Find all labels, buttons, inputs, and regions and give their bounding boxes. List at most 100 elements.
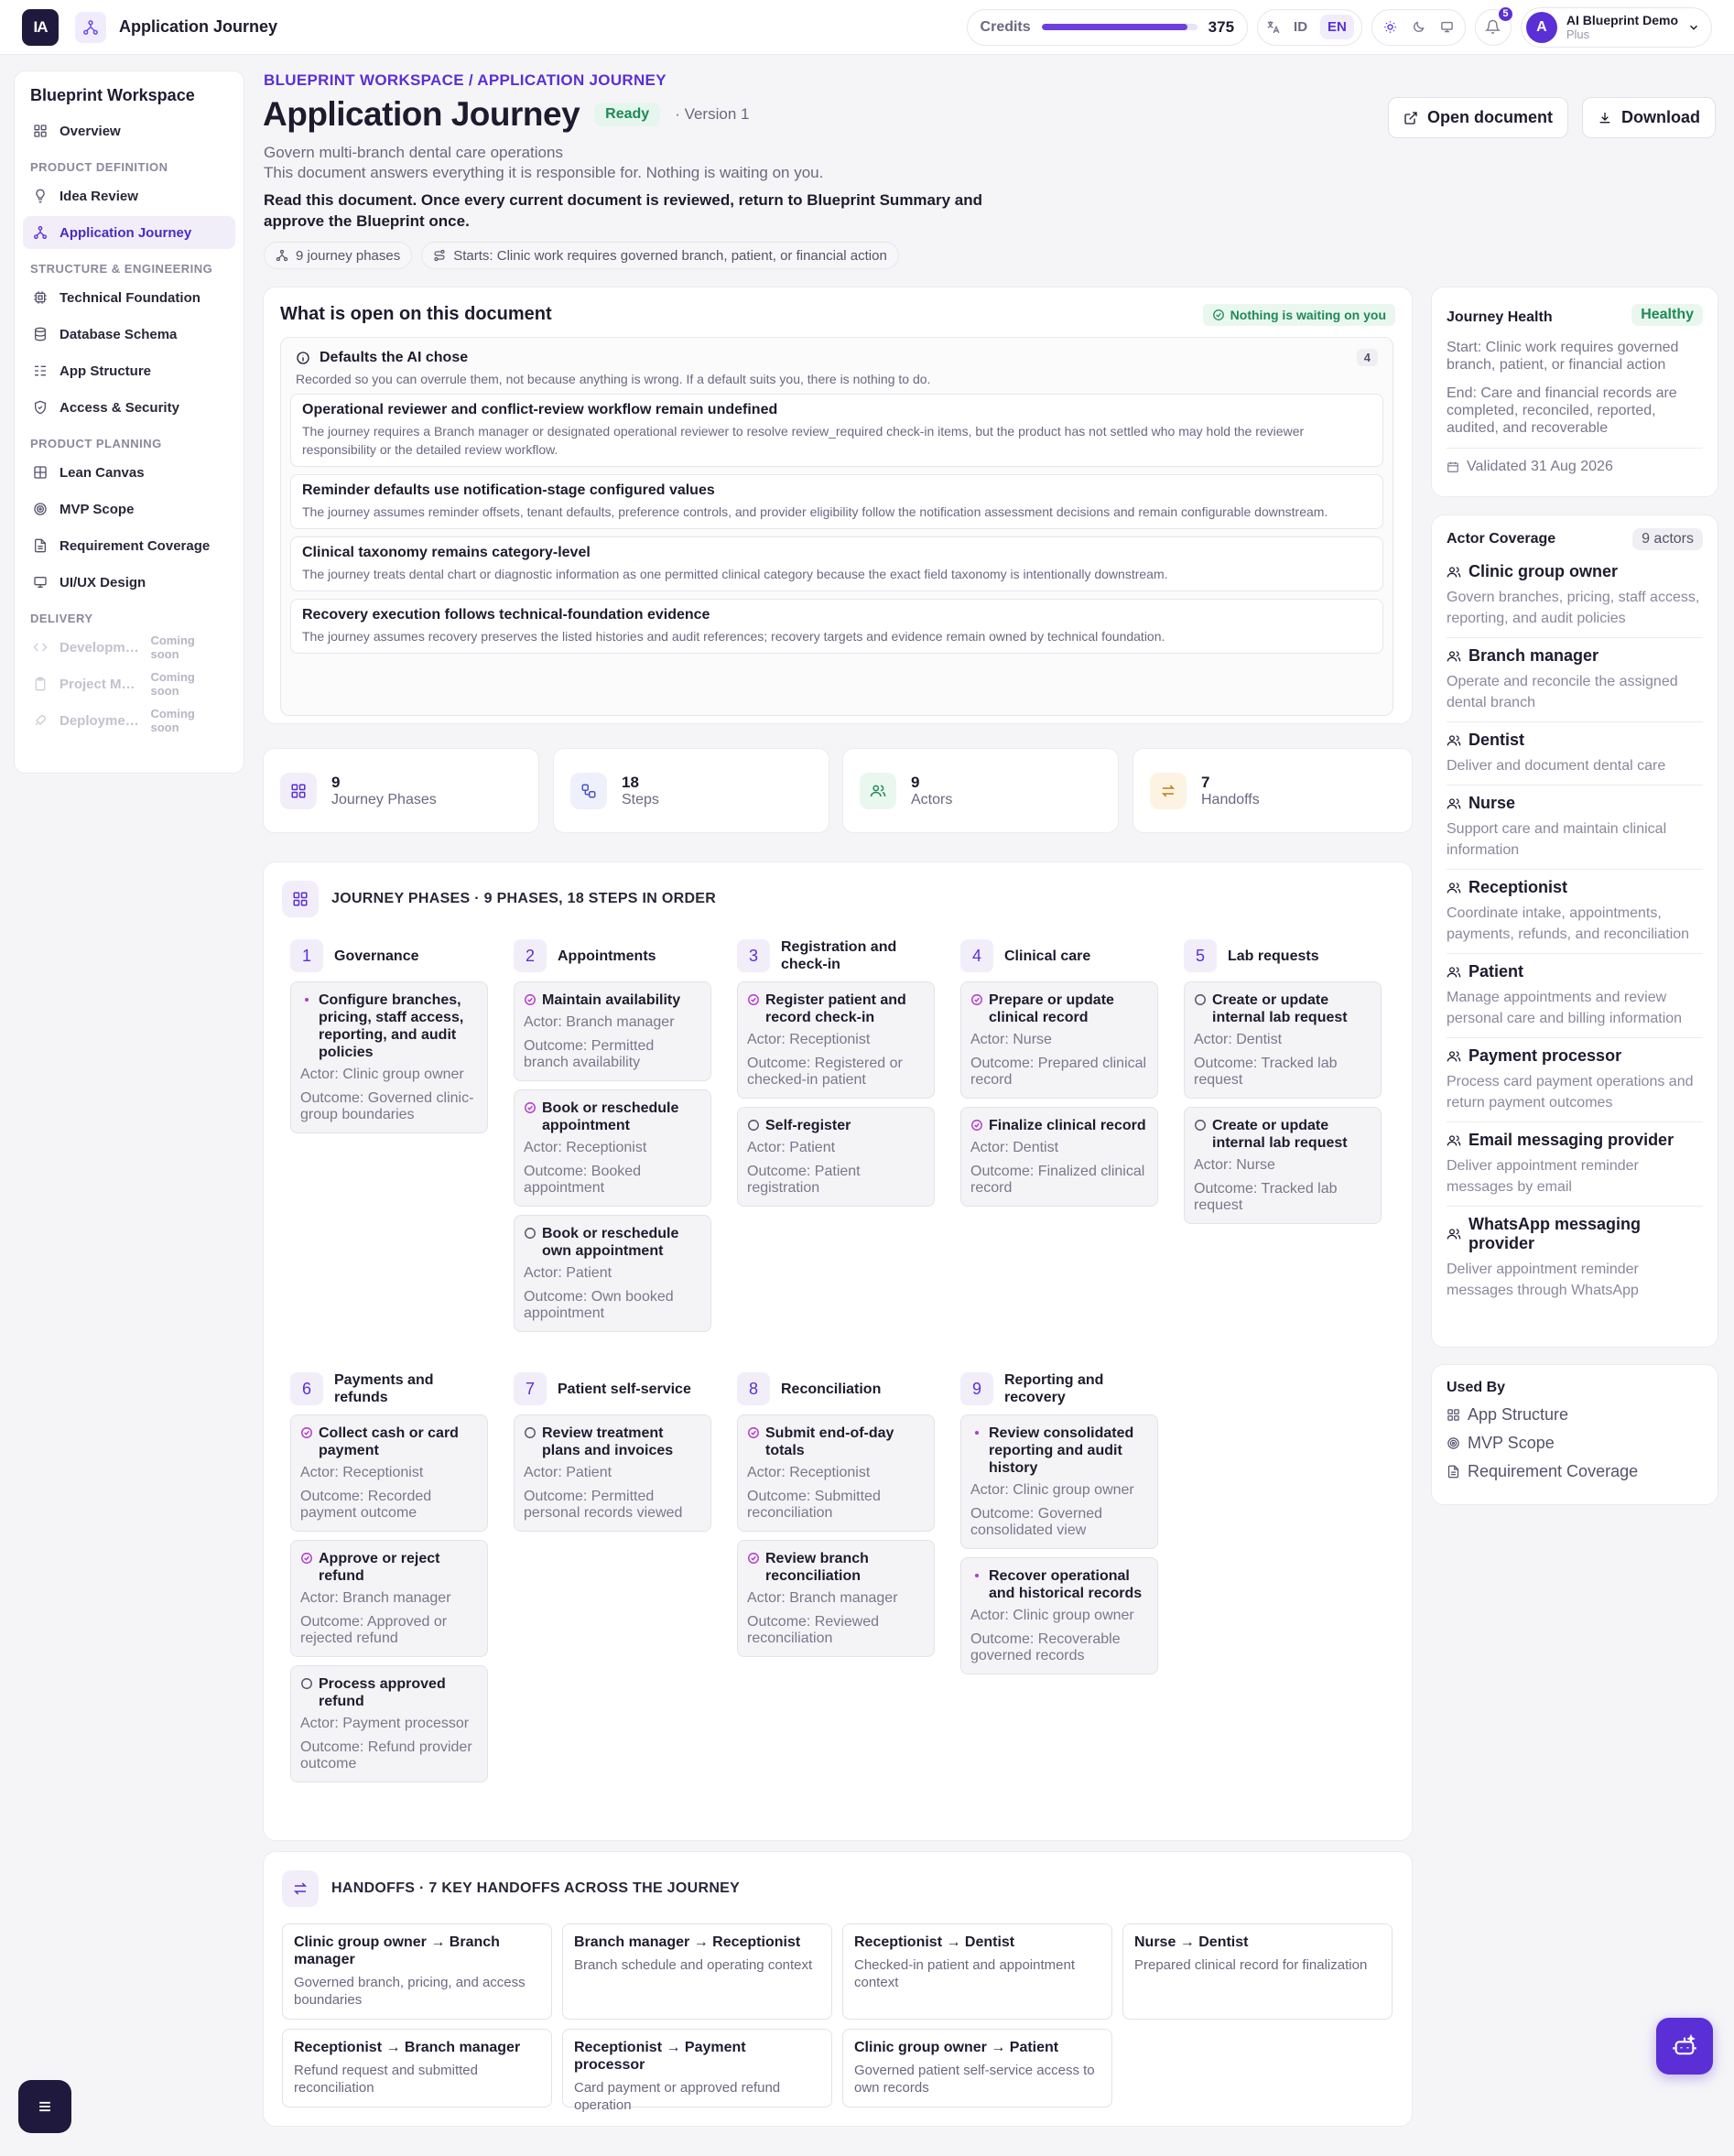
moon-icon[interactable] [1412, 20, 1425, 34]
sidebar-item-overview[interactable]: Overview [23, 114, 235, 147]
step-card[interactable]: Finalize clinical record Actor: Dentist Ou… [960, 1107, 1158, 1207]
open-document-button[interactable]: Open document [1388, 97, 1569, 138]
breadcrumb[interactable]: BLUEPRINT WORKSPACE / APPLICATION JOURNE… [264, 71, 667, 90]
step-actor: Actor: Branch manager [300, 1590, 451, 1606]
list-tree-icon [32, 363, 49, 379]
step-actor: Actor: Receptionist [300, 1465, 424, 1480]
step-card[interactable]: Review branch reconciliation Actor: Branc… [737, 1540, 935, 1657]
step-outcome: Outcome: Submitted reconciliation [747, 1489, 881, 1521]
handoff-title: Branch manager → Receptionist [574, 1934, 801, 1950]
notifications-button[interactable]: 5 [1474, 5, 1514, 46]
used-by-app-structure[interactable]: App Structure [1447, 1405, 1703, 1425]
step-card[interactable]: Register patient and record check-in Acto… [737, 981, 935, 1099]
stat-card-steps: 18 Steps [553, 748, 829, 833]
monitor-icon[interactable] [1440, 20, 1454, 34]
used-by-requirement-coverage[interactable]: Requirement Coverage [1447, 1462, 1703, 1481]
sidebar-item-development: Developm… Coming soon [23, 631, 235, 664]
sidebar-item-uiux-design[interactable]: UI/UX Design [23, 566, 235, 599]
step-outcome: Outcome: Governed consolidated view [970, 1506, 1103, 1538]
clipboard-icon [32, 676, 49, 692]
phase-number: 4 [960, 939, 993, 972]
step-card[interactable]: Review consolidated reporting and audit … [960, 1414, 1158, 1549]
step-card[interactable]: Self-register Actor: Patient Outcome: Pati… [737, 1107, 935, 1207]
file-text-icon [1447, 1465, 1460, 1479]
handoff-title: Clinic group owner → Patient [854, 2040, 1059, 2055]
handoff-card: Receptionist → Dentist Checked-in patient… [842, 1923, 1112, 2020]
sidebar-item-label: App Structure [60, 363, 152, 379]
actor-item: Payment processor Process card payment op… [1447, 1038, 1703, 1122]
language-en-button[interactable]: EN [1320, 15, 1354, 39]
step-title: Recover operational and historical recor… [989, 1568, 1143, 1601]
phase-number: 6 [290, 1372, 323, 1405]
sidebar-item-access-security[interactable]: Access & Security [23, 391, 235, 424]
step-actor: Actor: Clinic group owner [970, 1608, 1134, 1623]
stat-value: 7 [1201, 773, 1210, 791]
step-actor: Actor: Receptionist [747, 1032, 871, 1047]
step-card[interactable]: Maintain availability Actor: Branch manag… [514, 981, 711, 1081]
sidebar-item-idea-review[interactable]: Idea Review [23, 179, 235, 212]
sidebar-item-technical-foundation[interactable]: Technical Foundation [23, 281, 235, 314]
handoff-title: Receptionist → Branch manager [294, 2040, 521, 2055]
step-card[interactable]: Approve or reject refund Actor: Branch ma… [290, 1540, 488, 1657]
language-switcher: ID EN [1257, 8, 1362, 46]
user-menu[interactable]: A AI Blueprint Demo Plus [1520, 6, 1712, 48]
step-actor: Actor: Nurse [1194, 1157, 1275, 1173]
step-card[interactable]: Book or reschedule own appointment Actor:… [514, 1215, 711, 1332]
used-by-card: Used By App Structure MVP Scope Requirem… [1431, 1364, 1718, 1505]
download-button[interactable]: Download [1582, 97, 1716, 138]
phase-name: Payments and refunds [334, 1372, 434, 1405]
phase-column-6: 6 Payments and refunds Collect cash or car… [290, 1371, 488, 1791]
step-card[interactable]: Review treatment plans and invoices Actor… [514, 1414, 711, 1532]
step-actor: Actor: Clinic group owner [300, 1067, 464, 1082]
actor-name: Patient [1468, 962, 1524, 980]
sidebar-item-mvp-scope[interactable]: MVP Scope [23, 493, 235, 525]
actor-name: Receptionist [1468, 878, 1568, 896]
step-title: Collect cash or card payment [319, 1425, 459, 1458]
dot-icon [970, 1425, 983, 1439]
phase-number: 2 [514, 939, 547, 972]
app-logo[interactable]: IA [22, 8, 59, 46]
phase-header: 1 Governance [290, 937, 488, 974]
handoff-title: Receptionist → Payment processor [574, 2040, 746, 2073]
step-outcome: Outcome: Tracked lab request [1194, 1181, 1338, 1213]
step-card[interactable]: Collect cash or card payment Actor: Recep… [290, 1414, 488, 1532]
language-id-button[interactable]: ID [1286, 15, 1315, 39]
menu-icon [36, 2097, 54, 2116]
credits-meter[interactable]: Credits 375 [966, 8, 1249, 46]
journey-health-card: Journey Health Healthy Start: Clinic wor… [1431, 287, 1718, 497]
sidebar-item-app-structure[interactable]: App Structure [23, 354, 235, 387]
step-card[interactable]: Create or update internal lab request Act… [1184, 1107, 1382, 1224]
nothing-waiting-label: Nothing is waiting on you [1230, 308, 1386, 322]
default-item: Reminder defaults use notification-stage… [290, 474, 1383, 529]
phase-name: Reconciliation [781, 1381, 882, 1397]
sun-icon[interactable] [1383, 20, 1397, 34]
phase-header: 8 Reconciliation [737, 1371, 935, 1407]
sidebar-item-database-schema[interactable]: Database Schema [23, 318, 235, 351]
ai-assistant-button[interactable] [1656, 2018, 1713, 2075]
default-item: Recovery execution follows technical-fou… [290, 599, 1383, 654]
sidebar-item-application-journey[interactable]: Application Journey [23, 216, 235, 249]
menu-fab-button[interactable] [18, 2080, 71, 2133]
used-by-mvp-scope[interactable]: MVP Scope [1447, 1434, 1703, 1453]
step-card[interactable]: Prepare or update clinical record Actor: … [960, 981, 1158, 1099]
sidebar-item-deployment: Deployme… Coming soon [23, 704, 235, 737]
step-card[interactable]: Create or update internal lab request Act… [1184, 981, 1382, 1099]
step-card[interactable]: Submit end-of-day totals Actor: Reception… [737, 1414, 935, 1532]
sidebar-item-label: Developm… [60, 639, 139, 655]
sidebar-item-lean-canvas[interactable]: Lean Canvas [23, 456, 235, 489]
handoffs-section: HANDOFFS · 7 KEY HANDOFFS ACROSS THE JOU… [263, 1851, 1413, 2127]
step-actor: Actor: Clinic group owner [970, 1482, 1134, 1498]
cpu-icon [32, 289, 49, 306]
step-card[interactable]: Configure branches, pricing, staff acces… [290, 981, 488, 1133]
step-card[interactable]: Book or reschedule appointment Actor: Rec… [514, 1089, 711, 1207]
phase-column-7: 7 Patient self-service Review treatment pl… [514, 1371, 711, 1540]
journey-icon [32, 224, 49, 241]
chip-label: Starts: Clinic work requires governed br… [453, 247, 887, 264]
handoff-title: Clinic group owner → Branch manager [294, 1934, 500, 1967]
sidebar-item-requirement-coverage[interactable]: Requirement Coverage [23, 529, 235, 562]
step-card[interactable]: Process approved refund Actor: Payment pr… [290, 1665, 488, 1782]
dot-icon [970, 1567, 983, 1582]
step-outcome: Outcome: Refund provider outcome [300, 1739, 472, 1771]
step-card[interactable]: Recover operational and historical recor… [960, 1557, 1158, 1674]
actor-name: Branch manager [1468, 646, 1599, 665]
